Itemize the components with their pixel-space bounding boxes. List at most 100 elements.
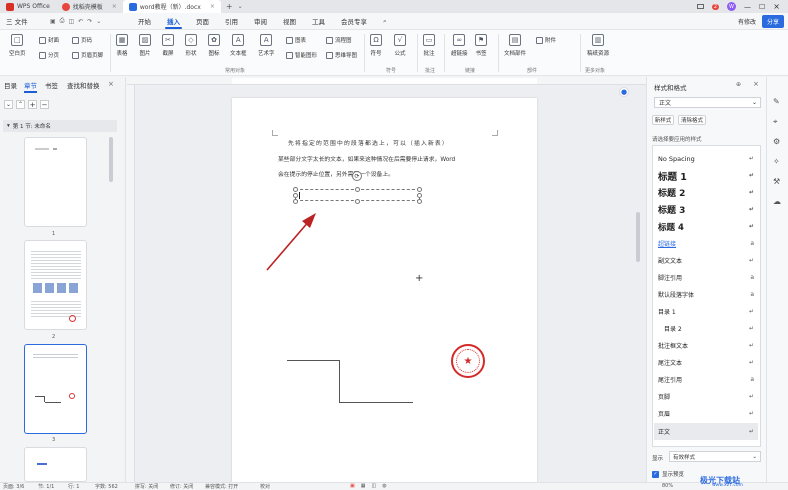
hyperlink-button[interactable]: ∞ 超链接 [451,34,468,57]
menu-view[interactable]: 视图 [275,13,304,30]
resize-handle[interactable] [417,187,422,192]
style-item[interactable]: 页眉 ↵ [658,405,758,422]
tools-icon[interactable]: ⚒ [773,177,780,186]
menu-insert[interactable]: 插入 [159,13,188,30]
resize-handle[interactable] [293,199,298,204]
style-item-no-spacing[interactable]: No Spacing ↵ [658,150,758,167]
seal-stamp[interactable]: ★ [451,344,485,378]
document-page[interactable]: 先将指定的范围中的段落都选上，可以（插入新表） 某些部分文字太长的文本，如果来这… [232,98,537,488]
tab-find-replace[interactable]: 查找和替换 [67,80,100,90]
menu-reference[interactable]: 引用 [217,13,246,30]
resize-handle[interactable] [417,193,422,198]
chevron-down-icon[interactable]: ⌄ [4,100,13,109]
tab-bookmarks[interactable]: 书签 [45,80,58,90]
new-style-button[interactable]: 新样式 [652,115,674,125]
page-thumbnail-3[interactable] [24,344,87,434]
close-icon[interactable]: × [108,80,114,88]
html5-icon[interactable]: ▣ [350,483,355,489]
tab-document[interactable]: word教程（新）.docx × [122,0,221,13]
status-page[interactable]: 页面: 3/6 [3,483,24,490]
resize-handle[interactable] [417,199,422,204]
page-break-button[interactable]: 分页 [39,51,59,59]
scrollbar[interactable] [636,212,640,262]
status-proofread[interactable]: 校对 [260,483,270,490]
icon-button[interactable]: ✿ 图标 [208,34,220,57]
style-item[interactable]: 默认段落字体 a [658,286,758,303]
tab-template[interactable]: 找稻壳模板 × [56,0,123,13]
menu-home[interactable]: 开始 [130,13,159,30]
style-item-heading-2[interactable]: 标题 2 ↵ [658,184,758,201]
new-tab-button[interactable]: + [221,2,238,11]
style-item[interactable]: 目录 1 ↵ [658,303,758,320]
blank-page-button[interactable]: □ 空白页 [9,34,26,57]
close-window-icon[interactable]: × [773,2,780,11]
grid-icon[interactable]: ▦ [361,483,366,489]
undo-icon[interactable]: ↶ [78,18,83,25]
style-item[interactable]: 批注框文本 ↵ [658,337,758,354]
page-thumbnail-2[interactable] [24,240,87,330]
status-wordcount[interactable]: 字数: 562 [95,483,118,490]
status-line[interactable]: 行: 1 [68,483,79,490]
chevron-down-icon[interactable]: ⌄ [96,18,101,25]
style-item[interactable]: 脚注引用 a [658,269,758,286]
menu-tools[interactable]: 工具 [304,13,333,30]
preview-icon[interactable]: ◫ [68,18,74,25]
drawn-line[interactable] [339,402,413,403]
avatar[interactable]: W [727,2,737,11]
close-icon[interactable]: × [112,3,117,10]
page-number-button[interactable]: 页码 [72,36,92,44]
page-thumbnail-4[interactable] [24,447,87,482]
style-item[interactable]: 尾注引用 a [658,371,758,388]
close-icon[interactable]: × [210,3,215,10]
attachment-button[interactable]: 附件 [536,36,556,44]
mindmap-button[interactable]: 思维导图 [326,51,357,59]
drawn-line[interactable] [339,360,340,402]
adjust-icon[interactable]: ⚙ [773,137,780,146]
web-icon[interactable]: ◍ [382,483,386,489]
print-icon[interactable]: ⎙ [60,17,65,25]
symbol-button[interactable]: Ω 符号 [370,34,382,57]
smartart-button[interactable]: 智能图形 [286,51,317,59]
preview-option[interactable]: ✓ 显示预览 [652,470,684,478]
revision-status[interactable]: 有修改 [738,17,756,26]
status-spelling[interactable]: 拼写: 关闭 [135,483,158,490]
pin-icon[interactable]: ⊕ [736,81,741,88]
rotate-handle-icon[interactable]: ⟳ [352,171,362,181]
style-item[interactable]: 尾注文本 ↵ [658,354,758,371]
translate-icon[interactable]: ✧ [773,157,780,166]
zoom-level[interactable]: 80% [662,483,673,489]
flowchart-button[interactable]: 流程图 [326,36,352,44]
wordart-button[interactable]: A 艺术字 [258,34,275,57]
picture-button[interactable]: ▨ 图片 [139,34,151,57]
chevron-up-icon[interactable]: ⌃ [16,100,25,109]
window-toggle-icon[interactable] [696,4,704,9]
style-item[interactable]: 副文文本 ↵ [658,252,758,269]
manuscript-button[interactable]: ▥ 稿纸资源 [587,34,609,57]
checkbox-checked-icon[interactable]: ✓ [652,470,659,478]
remove-icon[interactable]: − [40,100,49,109]
file-menu[interactable]: 三 文件 [0,13,50,30]
resize-handle[interactable] [293,187,298,192]
cover-button[interactable]: 封面 [39,36,59,44]
selection-icon[interactable]: ⌖ [773,117,778,127]
resize-handle[interactable] [355,187,360,192]
status-compat[interactable]: 兼容模式: 打开 [205,483,238,490]
doc-line[interactable]: 某些部分文字太长的文本，如果来这种情况在后需要停止请求，Word [278,154,455,163]
horizontal-ruler[interactable] [127,77,646,85]
resize-handle[interactable] [293,193,298,198]
vertical-ruler[interactable] [127,85,135,482]
tab-toc[interactable]: 目录 [4,80,17,90]
textbox-button[interactable]: A 文本框 [230,34,247,57]
screenshot-button[interactable]: ✂ 截屏 [162,34,174,57]
tab-wps-office[interactable]: WPS Office [0,0,56,13]
search-icon[interactable]: ⌕ [375,13,395,30]
show-filter-select[interactable]: 有效样式 ⌄ [669,451,761,462]
style-item-heading-4[interactable]: 标题 4 ↵ [658,218,758,235]
tab-sections[interactable]: 章节 [24,80,37,93]
resize-handle[interactable] [355,199,360,204]
doc-parts-button[interactable]: ▤ 文档部件 [504,34,526,57]
chevron-down-icon[interactable]: ⌄ [238,3,243,10]
add-icon[interactable]: + [28,100,37,109]
scrollbar[interactable] [109,137,113,182]
layout-icon[interactable]: ◫ [371,483,376,489]
